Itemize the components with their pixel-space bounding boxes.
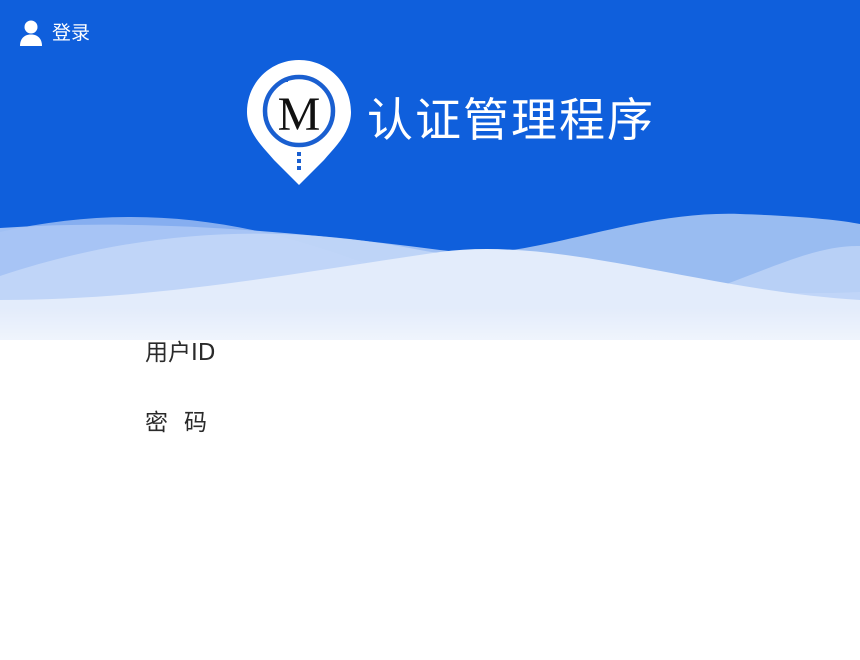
login-tab[interactable]: 登录 bbox=[18, 18, 90, 48]
user-icon bbox=[20, 20, 42, 46]
password-input[interactable] bbox=[245, 402, 745, 438]
login-form: 用户ID 密码 bbox=[145, 330, 745, 440]
wave-background bbox=[0, 0, 860, 380]
user-id-row: 用户ID bbox=[145, 330, 745, 370]
password-label: 密码 bbox=[145, 410, 223, 436]
header-banner: 登录 M 认证管理程序 bbox=[0, 0, 860, 380]
app-title: 认证管理程序 bbox=[367, 93, 655, 147]
logo-letter: M bbox=[278, 88, 321, 141]
password-row: 密码 bbox=[145, 400, 745, 440]
map-pin-logo-icon: M bbox=[247, 60, 351, 185]
user-id-label: 用户ID bbox=[145, 340, 216, 366]
app-logo: M bbox=[244, 58, 354, 188]
user-id-input[interactable] bbox=[245, 332, 745, 368]
login-tab-label: 登录 bbox=[52, 22, 91, 44]
